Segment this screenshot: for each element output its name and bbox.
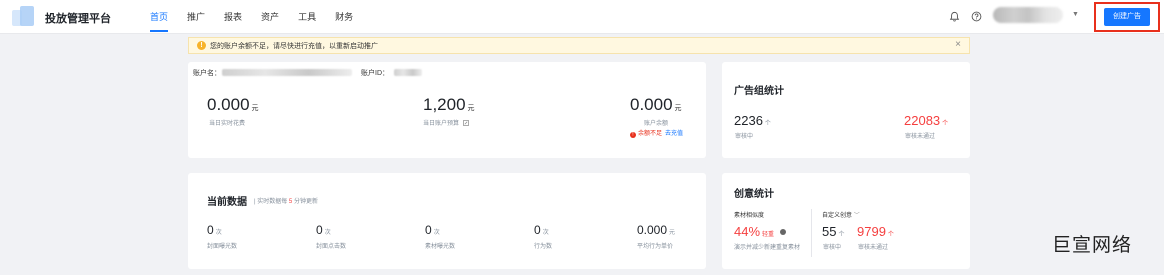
account-balance-label: 账户余额 <box>644 121 669 127</box>
cover-clicks-label: 封面点击数 <box>316 244 347 250</box>
cover-impressions-label: 封面曝光数 <box>207 244 238 250</box>
creative-reviewing-label: 审核中 <box>823 245 842 251</box>
help-icon[interactable] <box>971 11 982 22</box>
chevron-down-icon: ﹀ <box>853 213 860 219</box>
cover-clicks: 0次 <box>316 223 331 237</box>
daily-budget: 1,200 元 <box>423 95 475 114</box>
chevron-down-icon[interactable]: ▼ <box>1072 11 1079 18</box>
create-ad-button[interactable]: 创建广告 <box>1104 8 1150 26</box>
avg-action-price: 0.000 元 <box>637 223 676 237</box>
logo <box>12 6 36 28</box>
creative-title: 创意统计 <box>734 189 774 200</box>
info-icon[interactable] <box>779 229 786 235</box>
account-card: 账户名： 账户ID： 0.000 元 当日实时花费 1,200 元 当日账户预算 0… <box>188 62 706 158</box>
cover-impressions: 0次 <box>207 223 222 237</box>
adgroup-reviewing-label: 审核中 <box>735 134 754 140</box>
account-balance: 0.000 元 <box>630 95 682 114</box>
creative-rejected: 9799 个 <box>857 224 894 239</box>
adgroup-rejected: 22083 个 <box>904 113 949 128</box>
divider <box>811 209 812 257</box>
actions-label: 行为数 <box>534 244 553 250</box>
custom-creative-label[interactable]: 自定义创意 ﹀ <box>822 210 860 219</box>
adgroup-rejected-label: 审核未通过 <box>905 134 936 140</box>
account-name-value <box>222 69 352 76</box>
watermark: 巨宣网络 <box>1052 235 1133 256</box>
main-nav: 首页 推广 报表 资产 工具 财务 <box>150 0 372 34</box>
nav-tools[interactable]: 工具 <box>298 0 316 34</box>
balance-warning: ! 余额不足 去充值 <box>630 128 683 138</box>
creative-stats-card: 创意统计 素材相似度 44% 轻重 演示并减少新建重复素材 自定义创意 ﹀ 55 个… <box>722 173 970 269</box>
edit-icon[interactable] <box>462 120 469 126</box>
top-bar: 投放管理平台 首页 推广 报表 资产 工具 财务 ▼ 创建广告 <box>0 0 1164 34</box>
user-avatar[interactable] <box>993 7 1063 23</box>
account-id-label: 账户ID： <box>361 70 389 77</box>
creative-rejected-label: 审核未通过 <box>858 245 889 251</box>
similarity-label: 素材相似度 <box>734 213 765 219</box>
adgroup-stats-card: 广告组统计 2236 个 审核中 22083 个 审核未通过 <box>722 62 970 158</box>
refresh-hint: | 实时数据每 5 分钟更新 <box>254 199 318 205</box>
close-icon[interactable]: × <box>955 39 961 50</box>
creative-reviewing: 55 个 <box>822 224 845 239</box>
brand-title: 投放管理平台 <box>45 13 111 25</box>
material-impressions-label: 素材曝光数 <box>425 244 456 250</box>
nav-home[interactable]: 首页 <box>150 0 169 34</box>
current-data-title: 当前数据 <box>207 197 247 208</box>
similarity-value: 44% 轻重 <box>734 224 786 239</box>
notice-message: 您的账户余额不足，请尽快进行充值，以重新启动推广 <box>210 43 378 50</box>
nav-finance[interactable]: 财务 <box>335 0 353 34</box>
material-impressions: 0次 <box>425 223 440 237</box>
similarity-desc: 演示并减少新建重复素材 <box>734 245 801 251</box>
daily-budget-label: 当日账户预算 <box>423 118 469 127</box>
today-spend: 0.000 元 <box>207 95 259 114</box>
avg-action-price-label: 平均行为单价 <box>637 244 674 250</box>
today-spend-label: 当日实时花费 <box>209 121 246 127</box>
nav-promote[interactable]: 推广 <box>187 0 205 34</box>
adgroup-reviewing: 2236 个 <box>734 113 771 128</box>
error-icon: ! <box>630 132 636 138</box>
nav-report[interactable]: 报表 <box>224 0 242 34</box>
warning-icon: ! <box>197 41 206 50</box>
balance-notice: ! 您的账户余额不足，请尽快进行充值，以重新启动推广 × <box>188 37 970 54</box>
actions: 0次 <box>534 223 549 237</box>
bell-icon[interactable] <box>949 11 960 22</box>
nav-assets[interactable]: 资产 <box>261 0 279 34</box>
account-name-label: 账户名： <box>193 70 221 77</box>
account-id-value <box>394 69 422 76</box>
current-data-card: 当前数据 | 实时数据每 5 分钟更新 0次 封面曝光数 0次 封面点击数 0次… <box>188 173 706 269</box>
adgroup-title: 广告组统计 <box>734 86 784 97</box>
recharge-link[interactable]: 去充值 <box>665 131 683 137</box>
